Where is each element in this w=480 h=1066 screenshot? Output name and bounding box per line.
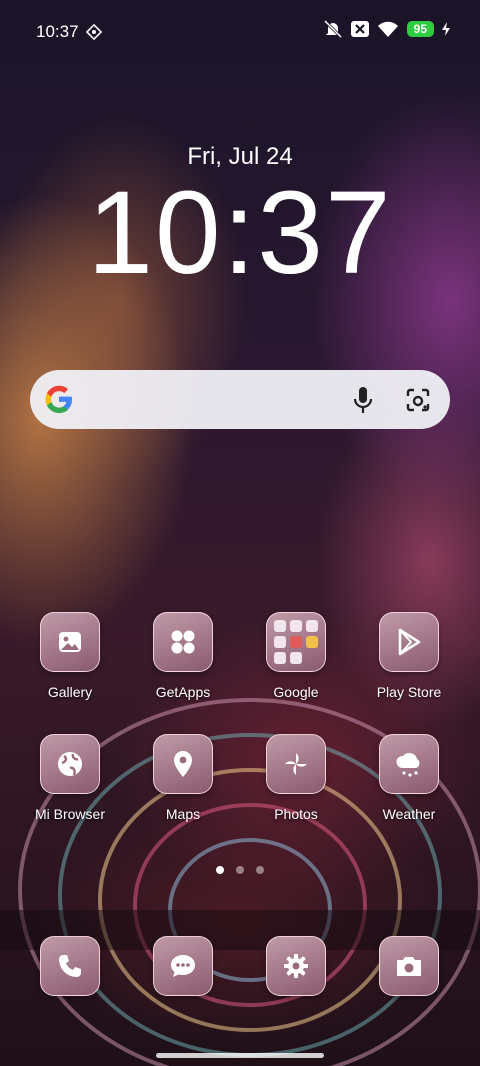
app-gallery[interactable]: Gallery xyxy=(20,612,120,700)
messages-icon[interactable] xyxy=(153,936,213,996)
camera-icon[interactable] xyxy=(379,936,439,996)
dock-settings[interactable] xyxy=(246,936,346,996)
app-google-folder[interactable]: Google xyxy=(246,612,346,700)
wallpaper-light-tunnel xyxy=(0,698,480,1066)
home-gesture-bar[interactable] xyxy=(156,1053,324,1058)
phone-icon[interactable] xyxy=(40,936,100,996)
pinwheel-icon[interactable] xyxy=(266,734,326,794)
google-logo-icon xyxy=(45,385,72,413)
app-weather[interactable]: Weather xyxy=(359,734,459,822)
app-label: Google xyxy=(273,684,319,700)
app-getapps[interactable]: GetApps xyxy=(133,612,233,700)
app-label: GetApps xyxy=(155,684,211,700)
settings-icon[interactable] xyxy=(266,936,326,996)
dock-phone[interactable] xyxy=(20,936,120,996)
app-label: Gallery xyxy=(47,684,93,700)
close-icon xyxy=(350,21,369,37)
page-dot[interactable] xyxy=(236,866,244,874)
silent-icon xyxy=(323,20,342,38)
play-store-icon[interactable] xyxy=(379,612,439,672)
app-play-store[interactable]: Play Store xyxy=(359,612,459,700)
app-photos[interactable]: Photos xyxy=(246,734,346,822)
app-label: Weather xyxy=(382,806,436,822)
page-dot[interactable] xyxy=(216,866,224,874)
cloud-icon[interactable] xyxy=(379,734,439,794)
google-search-bar[interactable] xyxy=(30,370,450,429)
battery-indicator: 95 xyxy=(406,21,434,37)
wifi-icon xyxy=(377,21,398,37)
vpn-icon xyxy=(86,24,102,40)
mic-icon[interactable] xyxy=(352,386,374,414)
status-time: 10:37 xyxy=(36,22,79,41)
page-dot[interactable] xyxy=(256,866,264,874)
folder-icon[interactable] xyxy=(266,612,326,672)
globe-icon[interactable] xyxy=(40,734,100,794)
dock-camera[interactable] xyxy=(359,936,459,996)
app-maps[interactable]: Maps xyxy=(133,734,233,822)
status-bar: 10:37 95 xyxy=(0,0,480,62)
map-pin-icon[interactable] xyxy=(153,734,213,794)
lens-icon[interactable] xyxy=(404,386,432,414)
getapps-icon[interactable] xyxy=(153,612,213,672)
app-label: Mi Browser xyxy=(34,806,105,822)
app-label: Play Store xyxy=(376,684,442,700)
app-mi-browser[interactable]: Mi Browser xyxy=(20,734,120,822)
dock-messages[interactable] xyxy=(133,936,233,996)
app-label: Photos xyxy=(274,806,318,822)
gallery-icon[interactable] xyxy=(40,612,100,672)
charging-icon xyxy=(442,22,450,36)
app-label: Maps xyxy=(165,806,201,822)
page-indicator xyxy=(0,866,480,874)
lockscreen-clock[interactable]: 10:37 xyxy=(0,168,480,298)
